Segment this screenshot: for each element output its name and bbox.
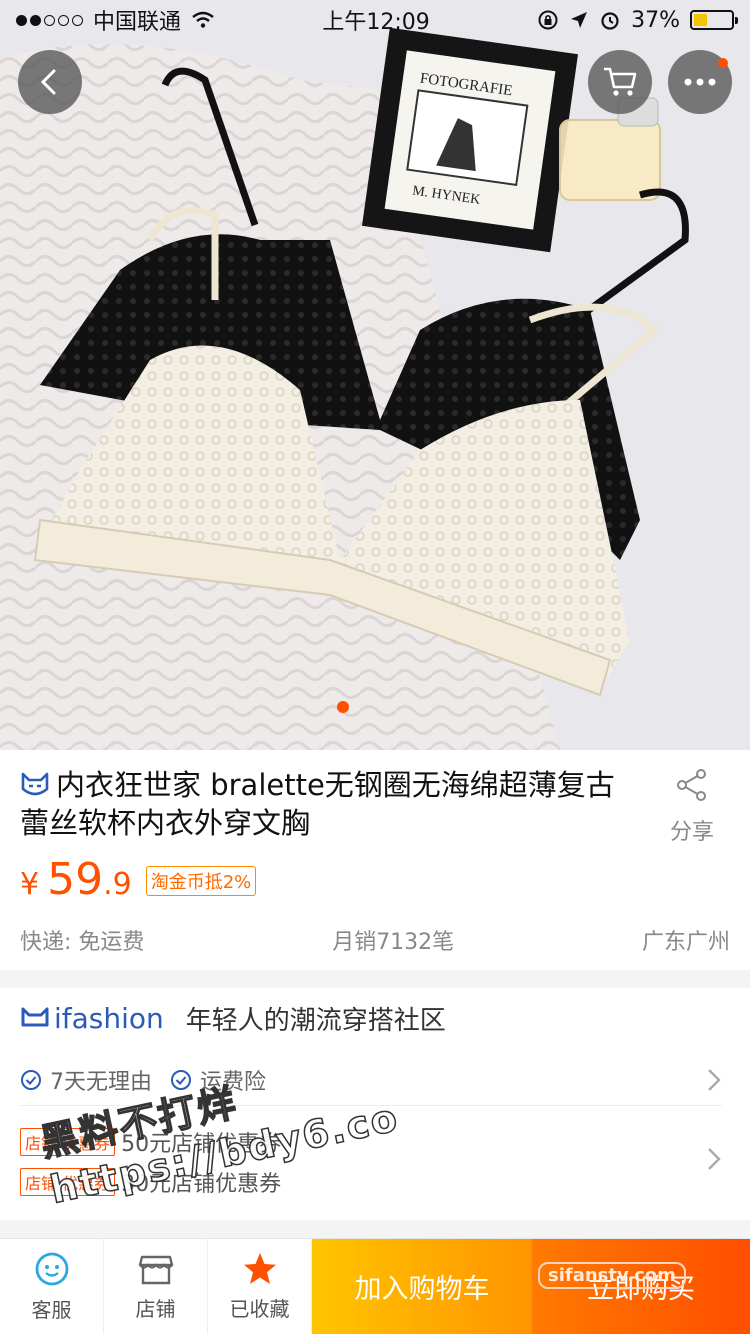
product-info: 内衣狂世家 bralette无钢圈无海绵超薄复古蕾丝软杯内衣外穿文胸 分享 ¥ … bbox=[0, 750, 750, 970]
battery-icon bbox=[689, 10, 738, 30]
clock: 上午12:09 bbox=[322, 10, 430, 35]
status-bar: 中国联通 上午12:09 37% bbox=[0, 0, 750, 40]
customer-service-label: 客服 bbox=[31, 1298, 72, 1322]
favorite-button[interactable]: 已收藏 bbox=[208, 1239, 312, 1334]
product-photo: FOTOGRAFIE M. HYNEK bbox=[0, 0, 750, 750]
product-title: 内衣狂世家 bralette无钢圈无海绵超薄复古蕾丝软杯内衣外穿文胸 bbox=[20, 766, 620, 842]
price-decimal: .9 bbox=[103, 867, 132, 902]
customer-service-icon bbox=[35, 1252, 68, 1286]
ship-location: 广东广州 bbox=[641, 930, 730, 955]
ifashion-logo-text: ifashion bbox=[54, 1001, 164, 1035]
more-dots-icon bbox=[684, 78, 716, 86]
share-button[interactable]: 分享 bbox=[664, 768, 720, 846]
carrier-name: 中国联通 bbox=[93, 10, 182, 35]
monthly-sales: 月销7132笔 bbox=[332, 930, 455, 955]
price-integer: 59 bbox=[47, 854, 104, 905]
cart-button[interactable] bbox=[588, 50, 652, 114]
rotation-lock-icon bbox=[538, 10, 558, 30]
ifashion-banner[interactable]: ifashion 年轻人的潮流穿搭社区 bbox=[20, 988, 446, 1048]
cart-icon bbox=[604, 67, 637, 96]
battery-percent: 37% bbox=[631, 7, 680, 33]
ifashion-cat-icon bbox=[21, 1007, 49, 1027]
wifi-icon bbox=[192, 11, 214, 28]
favorite-label: 已收藏 bbox=[229, 1297, 290, 1321]
share-icon bbox=[677, 769, 706, 801]
tmall-cat-icon bbox=[21, 772, 49, 796]
shipping-info: 快递: 免运费 bbox=[20, 930, 145, 955]
chevron-left-icon bbox=[40, 69, 56, 95]
check-circle-icon bbox=[21, 1069, 41, 1090]
currency-symbol: ¥ bbox=[20, 867, 40, 902]
chevron-right-icon bbox=[708, 1068, 721, 1091]
customer-service-button[interactable]: 客服 bbox=[0, 1239, 104, 1334]
add-to-cart-button[interactable]: 加入购物车 bbox=[312, 1239, 532, 1334]
watermark-tag: sifanstv.com bbox=[538, 1262, 686, 1289]
signal-icon bbox=[16, 14, 83, 26]
notification-dot bbox=[718, 58, 728, 68]
product-title-text: 内衣狂世家 bralette无钢圈无海绵超薄复古蕾丝软杯内衣外穿文胸 bbox=[20, 768, 615, 840]
shop-label: 店铺 bbox=[135, 1297, 176, 1321]
back-button[interactable] bbox=[18, 50, 82, 114]
star-filled-icon bbox=[243, 1253, 276, 1284]
shop-icon bbox=[138, 1255, 173, 1285]
ifashion-slogan: 年轻人的潮流穿搭社区 bbox=[185, 1005, 446, 1036]
price: ¥ 59 .9 淘金币抵2% bbox=[20, 854, 257, 905]
product-meta: 快递: 免运费 月销7132笔 广东广州 bbox=[20, 924, 730, 956]
alarm-icon bbox=[601, 12, 619, 30]
carousel-indicator bbox=[337, 701, 349, 713]
service-item: 7天无理由 bbox=[20, 1064, 152, 1096]
shop-button[interactable]: 店铺 bbox=[104, 1239, 208, 1334]
share-label: 分享 bbox=[669, 820, 714, 845]
location-arrow-icon bbox=[571, 12, 588, 28]
chevron-right-icon bbox=[708, 1148, 721, 1170]
coin-badge: 淘金币抵2% bbox=[145, 866, 257, 896]
product-image[interactable]: FOTOGRAFIE M. HYNEK bbox=[0, 0, 750, 750]
ifashion-logo: ifashion bbox=[20, 1002, 164, 1035]
service-label: 7天无理由 bbox=[50, 1069, 152, 1095]
more-button[interactable] bbox=[668, 50, 732, 114]
